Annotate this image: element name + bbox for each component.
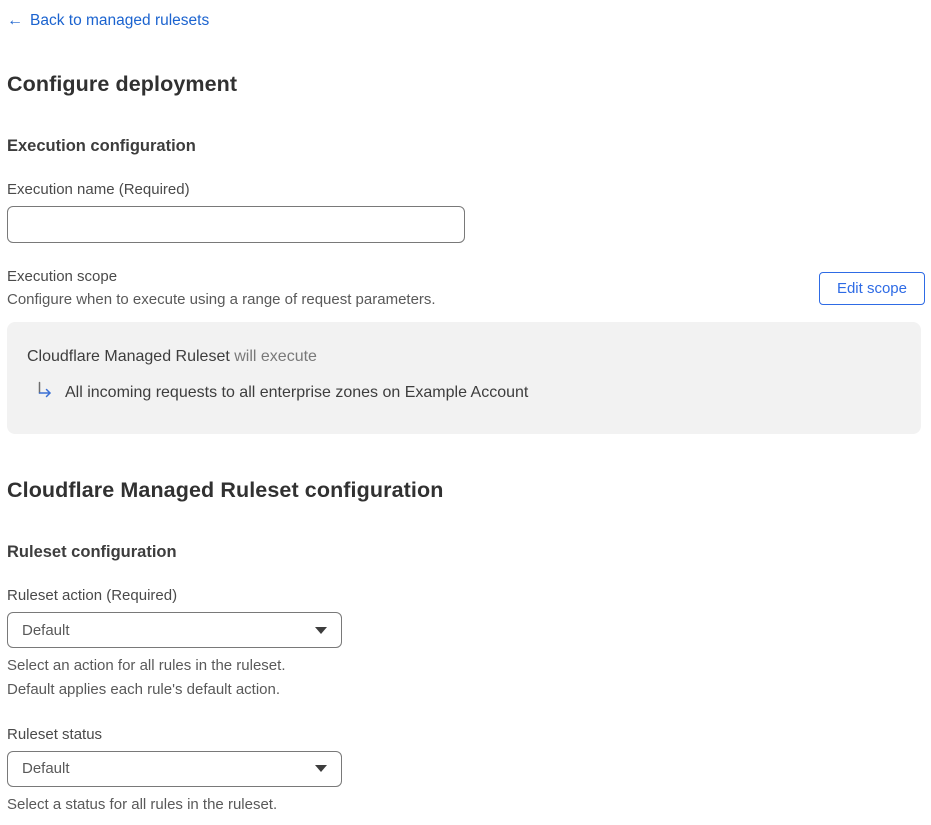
summary-ruleset-name: Cloudflare Managed Ruleset	[27, 348, 230, 365]
summary-line-scope: All incoming requests to all enterprise …	[27, 380, 901, 406]
summary-will-execute: will execute	[229, 348, 317, 365]
execution-scope-text-block: Execution scope Configure when to execut…	[7, 268, 436, 308]
ruleset-status-help-1: Select a status for all rules in the rul…	[7, 795, 278, 813]
indent-arrow-icon	[34, 380, 55, 406]
ruleset-action-help-1: Select an action for all rules in the ru…	[7, 657, 286, 674]
execution-scope-row: Execution scope Configure when to execut…	[7, 268, 925, 308]
back-link-label: Back to managed rulesets	[30, 12, 210, 29]
execution-name-input[interactable]	[7, 206, 465, 243]
ruleset-status-select[interactable]: Default	[7, 750, 342, 787]
execution-name-label: Execution name (Required)	[7, 181, 190, 198]
edit-scope-button[interactable]: Edit scope	[818, 271, 925, 305]
summary-line-ruleset: Cloudflare Managed Ruleset will execute	[27, 348, 901, 366]
ruleset-configuration-title: Cloudflare Managed Ruleset configuration	[7, 478, 444, 502]
ruleset-action-label: Ruleset action (Required)	[7, 587, 178, 604]
ruleset-status-selected-value: Default	[22, 760, 70, 777]
ruleset-action-selected-value: Default	[22, 621, 70, 639]
execution-configuration-heading: Execution configuration	[7, 137, 196, 155]
configure-deployment-page: ← Back to managed rulesets Configure dep…	[0, 0, 931, 825]
chevron-down-icon	[315, 626, 327, 634]
chevron-down-icon	[315, 765, 327, 772]
execution-scope-label: Execution scope	[7, 268, 118, 285]
ruleset-action-help-2: Default applies each rule's default acti…	[7, 680, 281, 698]
ruleset-action-select[interactable]: Default	[7, 612, 342, 648]
summary-scope-text: All incoming requests to all enterprise …	[65, 384, 529, 401]
ruleset-status-label: Ruleset status	[7, 725, 103, 743]
back-to-managed-rulesets-link[interactable]: ← Back to managed rulesets	[7, 12, 209, 30]
page-title: Configure deployment	[7, 72, 238, 96]
execution-summary-panel: Cloudflare Managed Ruleset will execute …	[7, 322, 921, 434]
execution-scope-description: Configure when to execute using a range …	[7, 291, 436, 308]
back-arrow-icon: ←	[7, 12, 23, 29]
ruleset-configuration-heading: Ruleset configuration	[7, 543, 177, 561]
